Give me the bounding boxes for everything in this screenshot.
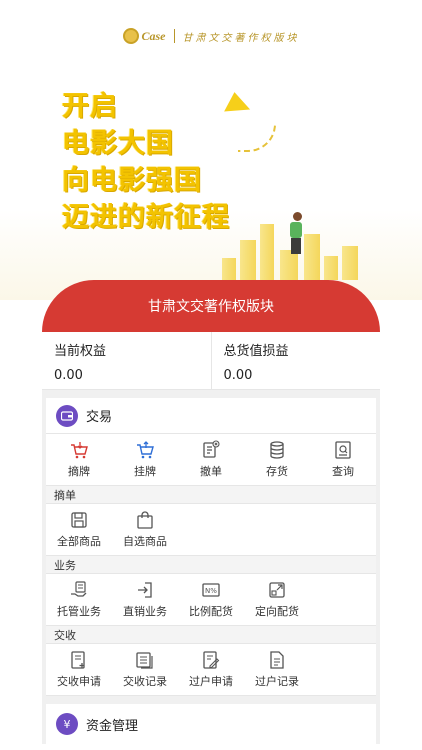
all-products-button[interactable]: 全部商品 bbox=[46, 504, 112, 555]
trade-section-header: 交易 bbox=[46, 398, 376, 434]
favorites-button[interactable]: 自选商品 bbox=[112, 504, 178, 555]
fund-management-title: 资金管理 bbox=[86, 718, 139, 734]
total-goods-pnl-label: 总货值损益 bbox=[223, 344, 289, 359]
business-section-header: 业务 bbox=[46, 556, 376, 574]
logo-text: 甘肃文交著作权版块 bbox=[182, 32, 300, 44]
direct-sale-button[interactable]: 直销业务 bbox=[112, 574, 178, 625]
direct-sale-label: 直销业务 bbox=[123, 605, 167, 618]
list-button[interactable]: 挂牌 bbox=[112, 434, 178, 485]
transfer-records-label: 过户记录 bbox=[255, 675, 299, 688]
targeted-allocation-button[interactable]: 定向配货 bbox=[244, 574, 310, 625]
total-goods-pnl: 总货值损益 0.00 bbox=[212, 332, 381, 389]
slogan-line: 电影大国 bbox=[62, 128, 174, 159]
current-equity-value: 0.00 bbox=[54, 368, 83, 383]
trade-actions: 摘牌 挂牌 撤单 存货 查询 bbox=[46, 434, 376, 486]
cart-up-icon bbox=[137, 441, 154, 459]
records-icon bbox=[136, 652, 153, 669]
wallet-icon bbox=[56, 404, 78, 427]
targeted-allocation-label: 定向配货 bbox=[255, 605, 299, 618]
trade-section-title: 交易 bbox=[86, 410, 113, 425]
doc-list-icon bbox=[270, 651, 284, 669]
business-items: 托管业务 直销业务 N% 比例配货 定向配货 bbox=[46, 574, 376, 626]
logo-mark: Case bbox=[122, 28, 166, 44]
query-label: 查询 bbox=[332, 465, 354, 478]
delivery-request-button[interactable]: 交收申请 bbox=[46, 644, 112, 695]
inventory-button[interactable]: 存货 bbox=[244, 434, 310, 485]
query-button[interactable]: 查询 bbox=[310, 434, 376, 485]
brand-logo: Case 甘肃文交著作权版块 bbox=[0, 28, 422, 44]
plane-trail bbox=[238, 124, 276, 152]
doc-add-icon bbox=[71, 651, 85, 669]
cancel-order-label: 撤单 bbox=[200, 465, 222, 478]
main-card: 甘肃文交著作权版块 当前权益 0.00 总货值损益 0.00 交易 摘牌 挂牌 … bbox=[42, 280, 380, 750]
hand-document-icon bbox=[71, 581, 87, 597]
trade-panel: 交易 摘牌 挂牌 撤单 存货 查询 摘单 全部商品 自选商品 业务 托管业务 直… bbox=[42, 390, 380, 744]
favorites-label: 自选商品 bbox=[123, 535, 167, 548]
ratio-allocation-button[interactable]: N% 比例配货 bbox=[178, 574, 244, 625]
delivery-request-label: 交收申请 bbox=[57, 675, 101, 688]
fund-management-header[interactable]: ¥ 资金管理 bbox=[46, 704, 376, 744]
person-illustration bbox=[290, 212, 302, 254]
list-label: 挂牌 bbox=[134, 465, 156, 478]
slogan-line: 迈进的新征程 bbox=[62, 202, 230, 233]
card-title: 甘肃文交著作权版块 bbox=[148, 299, 274, 315]
current-equity: 当前权益 0.00 bbox=[42, 332, 212, 389]
current-equity-label: 当前权益 bbox=[54, 344, 107, 359]
hero-slogan: 开启 电影大国 向电影强国 迈进的新征程 bbox=[62, 88, 230, 236]
slogan-line: 开启 bbox=[62, 91, 118, 122]
delist-items: 全部商品 自选商品 bbox=[46, 504, 376, 556]
inventory-label: 存货 bbox=[266, 465, 288, 478]
delivery-section-header: 交收 bbox=[46, 626, 376, 644]
save-icon bbox=[71, 512, 87, 528]
logo-word: Case bbox=[141, 28, 166, 43]
delivery-items: 交收申请 交收记录 过户申请 过户记录 bbox=[46, 644, 376, 696]
total-goods-pnl-value: 0.00 bbox=[223, 368, 253, 383]
ratio-allocation-label: 比例配货 bbox=[189, 605, 233, 618]
yen-icon: ¥ bbox=[56, 713, 78, 735]
expand-icon bbox=[269, 582, 285, 598]
transfer-records-button[interactable]: 过户记录 bbox=[244, 644, 310, 695]
card-header: 甘肃文交著作权版块 bbox=[42, 280, 380, 332]
svg-text:N%: N% bbox=[205, 587, 217, 595]
hero-banner: Case 甘肃文交著作权版块 开启 电影大国 向电影强国 迈进的新征程 bbox=[0, 0, 422, 300]
delivery-records-button[interactable]: 交收记录 bbox=[112, 644, 178, 695]
custody-label: 托管业务 bbox=[57, 605, 101, 618]
custody-button[interactable]: 托管业务 bbox=[46, 574, 112, 625]
delist-label: 摘牌 bbox=[68, 465, 90, 478]
delivery-records-label: 交收记录 bbox=[123, 675, 167, 688]
transfer-request-label: 过户申请 bbox=[189, 675, 233, 688]
doc-edit-icon bbox=[203, 651, 220, 669]
slogan-line: 向电影强国 bbox=[62, 165, 202, 196]
delist-section-header: 摘单 bbox=[46, 486, 376, 504]
percent-icon: N% bbox=[202, 583, 220, 597]
document-cancel-icon bbox=[203, 440, 220, 458]
delist-button[interactable]: 摘牌 bbox=[46, 434, 112, 485]
cart-down-icon bbox=[71, 442, 88, 459]
logo-emblem-icon bbox=[122, 28, 139, 44]
database-icon bbox=[270, 441, 284, 459]
bag-icon bbox=[137, 511, 153, 529]
login-icon bbox=[138, 582, 152, 598]
cancel-order-button[interactable]: 撤单 bbox=[178, 434, 244, 485]
balance-summary: 当前权益 0.00 总货值损益 0.00 bbox=[42, 332, 380, 390]
logo-divider bbox=[173, 29, 175, 43]
search-document-icon bbox=[335, 441, 351, 459]
transfer-request-button[interactable]: 过户申请 bbox=[178, 644, 244, 695]
all-products-label: 全部商品 bbox=[57, 535, 101, 548]
